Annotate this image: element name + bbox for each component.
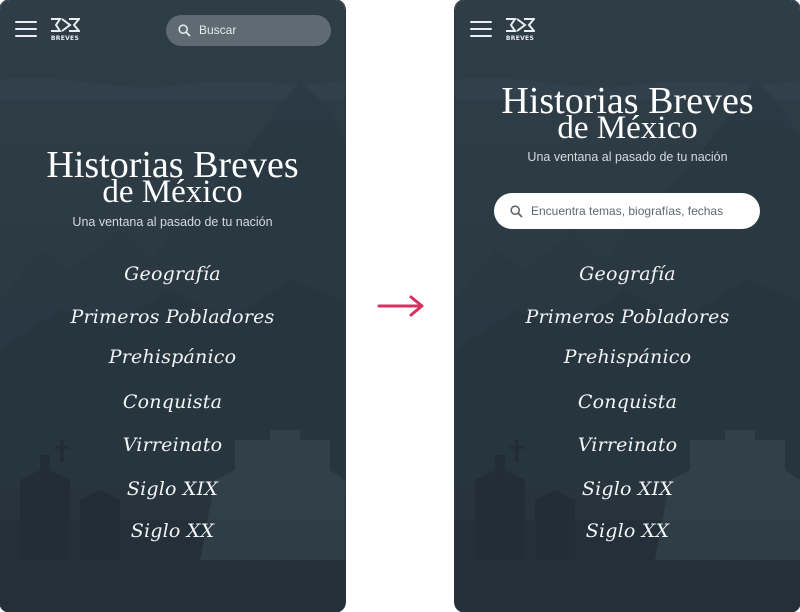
search-icon xyxy=(178,24,191,37)
nav-item-siglo-xix[interactable]: Siglo XIX xyxy=(0,478,345,500)
page-subtitle: Una ventana al pasado de tu nación xyxy=(527,150,728,164)
brand-logo-icon xyxy=(51,18,82,32)
arrow-right-icon xyxy=(377,295,424,317)
nav-item-prehispanico[interactable]: Prehispánico xyxy=(455,346,800,368)
brand-logo[interactable]: BREVES xyxy=(505,16,537,46)
page-subtitle: Una ventana al pasado de tu nación xyxy=(72,215,273,229)
search-field[interactable]: Encuentra temas, biografías, fechas xyxy=(494,193,760,229)
nav-item-conquista[interactable]: Conquista xyxy=(455,391,800,413)
nav-item-prehispanico[interactable]: Prehispánico xyxy=(0,346,345,368)
nav-item-primeros-pobladores[interactable]: Primeros Pobladores xyxy=(0,306,345,328)
page-title-line2: de México xyxy=(557,110,698,146)
menu-icon[interactable] xyxy=(470,21,492,39)
search-icon xyxy=(510,205,523,218)
search-label: Buscar xyxy=(199,23,237,37)
search-button[interactable]: Buscar xyxy=(166,15,331,46)
nav-item-siglo-xx[interactable]: Siglo XX xyxy=(0,520,345,542)
top-bar: BREVES xyxy=(455,0,800,60)
nav-item-siglo-xx[interactable]: Siglo XX xyxy=(455,520,800,542)
top-bar: BREVES Buscar xyxy=(0,0,345,60)
nav-item-primeros-pobladores[interactable]: Primeros Pobladores xyxy=(455,306,800,328)
search-placeholder: Encuentra temas, biografías, fechas xyxy=(531,204,724,218)
nav-item-virreinato[interactable]: Virreinato xyxy=(455,434,800,456)
brand-label: BREVES xyxy=(50,35,80,42)
nav-item-geografia[interactable]: Geografía xyxy=(0,263,345,285)
brand-label: BREVES xyxy=(505,35,535,42)
screen-after: BREVES Historias Breves de México Una ve… xyxy=(455,0,800,612)
page-title-line2: de México xyxy=(102,174,243,210)
nav-item-virreinato[interactable]: Virreinato xyxy=(0,434,345,456)
brand-logo-icon xyxy=(506,18,537,32)
nav-item-siglo-xix[interactable]: Siglo XIX xyxy=(455,478,800,500)
nav-item-conquista[interactable]: Conquista xyxy=(0,391,345,413)
nav-item-geografia[interactable]: Geografía xyxy=(455,263,800,285)
brand-logo[interactable]: BREVES xyxy=(50,16,82,46)
menu-icon[interactable] xyxy=(15,21,37,39)
screen-before: BREVES Buscar Historias Breves de México… xyxy=(0,0,345,612)
